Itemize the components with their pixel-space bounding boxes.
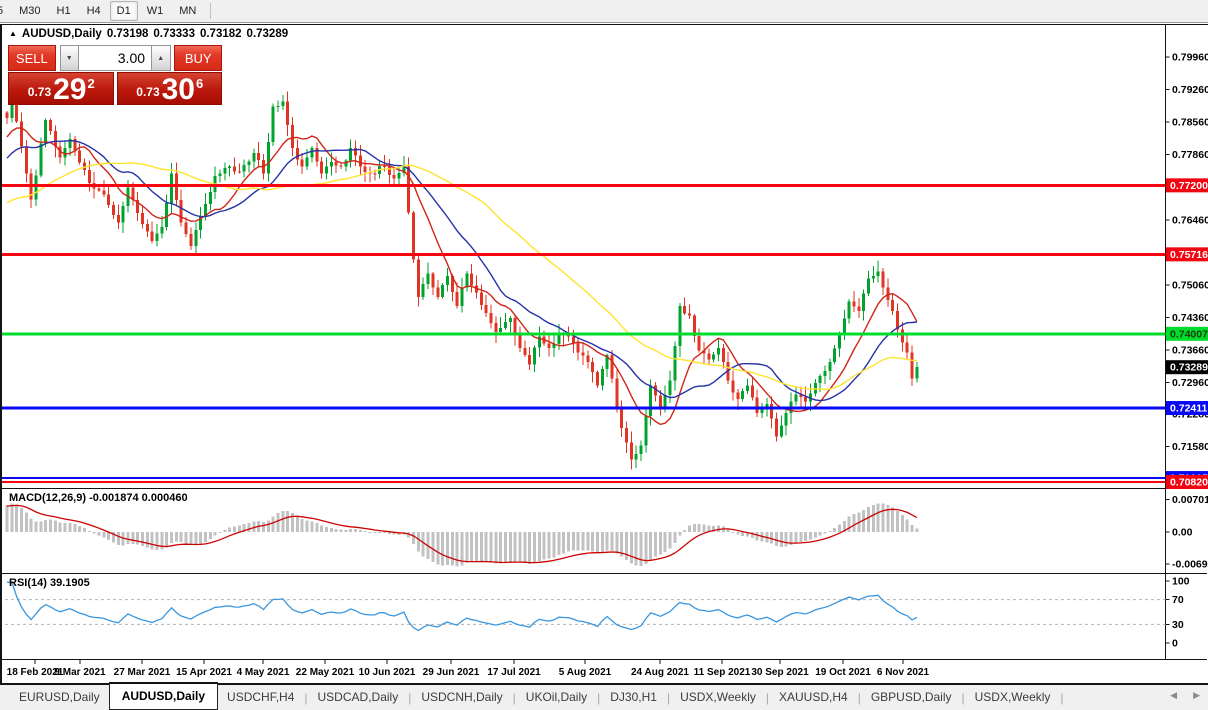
tab-ukoil-daily[interactable]: UKOil,Daily bbox=[517, 686, 596, 709]
tab-scroll-right-icon[interactable]: ▶ bbox=[1193, 690, 1200, 701]
rsi-indicator-label: RSI(14) 39.1905 bbox=[9, 577, 90, 589]
date-axis-label: 6 Nov 2021 bbox=[877, 667, 930, 678]
ohlc-high: 0.73333 bbox=[153, 28, 195, 40]
rsi-axis-label: 30 bbox=[1172, 619, 1184, 631]
level-price-label: 0.74007 bbox=[1170, 328, 1208, 340]
tab-usdcad-daily[interactable]: USDCAD,Daily bbox=[309, 686, 408, 709]
toolbar-item-m30[interactable]: M30 bbox=[12, 1, 47, 21]
date-axis-label: 17 Jul 2021 bbox=[487, 667, 541, 678]
price-axis-label: 0.76460 bbox=[1172, 214, 1208, 226]
rsi-axis-label: 100 bbox=[1172, 576, 1190, 588]
date-axis-label: 15 Apr 2021 bbox=[176, 667, 232, 678]
date-axis-label: 5 Aug 2021 bbox=[559, 667, 612, 678]
volume-input[interactable] bbox=[79, 45, 152, 71]
macd-indicator-label: MACD(12,26,9) -0.001874 0.000460 bbox=[9, 492, 188, 504]
rsi-axis-label: 70 bbox=[1172, 594, 1184, 606]
macd-axis-label: -0.006923 bbox=[1172, 558, 1208, 570]
chart-title-row: ▲ AUDUSD,Daily 0.73198 0.73333 0.73182 0… bbox=[9, 28, 288, 40]
sell-price-prefix: 0.73 bbox=[27, 85, 52, 99]
toolbar-separator bbox=[210, 3, 212, 19]
one-click-trading-widget: SELL ▼ ▲ BUY 0.73 29 2 0.73 30 6 bbox=[8, 45, 223, 106]
tab-eurusd-daily[interactable]: EURUSD,Daily bbox=[10, 686, 109, 709]
date-axis-label: 22 May 2021 bbox=[296, 667, 355, 678]
tab-audusd-daily[interactable]: AUDUSD,Daily bbox=[108, 681, 219, 710]
chart-window-bg bbox=[0, 23, 1208, 710]
timeframe-toolbar: 5 M30 H1 H4 D1 W1 MN bbox=[0, 0, 1208, 23]
price-axis-label: 0.78560 bbox=[1172, 117, 1208, 129]
toolbar-item-h1[interactable]: H1 bbox=[50, 1, 78, 21]
tab-scroll-buttons: ◀ ▶ bbox=[1170, 690, 1200, 701]
symbol-tab-bar: EURUSD,Daily AUDUSD,Daily USDCHF,H4 | USDCAD… bbox=[0, 681, 1208, 710]
spinner-up-icon: ▲ bbox=[157, 54, 165, 62]
volume-increase-button[interactable]: ▲ bbox=[151, 45, 171, 71]
tab-usdchf-h4[interactable]: USDCHF,H4 bbox=[218, 686, 303, 709]
tab-usdx-weekly[interactable]: USDX,Weekly bbox=[671, 686, 765, 709]
tab-usdx-weekly[interactable]: USDX,Weekly bbox=[966, 686, 1060, 709]
macd-axis-label: 0.00 bbox=[1172, 527, 1193, 539]
date-axis-label: 10 Jun 2021 bbox=[359, 667, 416, 678]
chart-canvas[interactable]: 0.79960 0.79260 0.78560 0.77860 0.76460 0.750… bbox=[0, 0, 1208, 710]
ohlc-open: 0.73198 bbox=[106, 28, 149, 40]
price-axis-label: 0.79260 bbox=[1172, 84, 1208, 96]
collapse-triangle-icon[interactable]: ▲ bbox=[9, 29, 17, 38]
buy-price-panel[interactable]: 0.73 30 6 bbox=[116, 72, 222, 106]
toolbar-item-partial[interactable]: 5 bbox=[0, 1, 10, 21]
date-axis-label: 30 Sep 2021 bbox=[751, 667, 809, 678]
volume-decrease-button[interactable]: ▼ bbox=[59, 45, 80, 71]
buy-price-big: 30 bbox=[161, 73, 195, 106]
date-axis-label: 19 Oct 2021 bbox=[815, 667, 871, 678]
tab-xauusd-h4[interactable]: XAUUSD,H4 bbox=[770, 686, 857, 709]
buy-price-prefix: 0.73 bbox=[136, 85, 160, 99]
tab-dj30-h1[interactable]: DJ30,H1 bbox=[601, 686, 666, 709]
date-axis-label: 4 May 2021 bbox=[237, 667, 290, 678]
date-axis-label: 29 Jun 2021 bbox=[423, 667, 480, 678]
date-axis-label: 9 Mar 2021 bbox=[54, 667, 106, 678]
sell-price-panel[interactable]: 0.73 29 2 bbox=[8, 72, 114, 105]
price-axis-label: 0.71580 bbox=[1172, 441, 1208, 453]
ohlc-close: 0.73289 bbox=[246, 28, 289, 40]
level-price-label: 0.77200 bbox=[1170, 180, 1208, 192]
sell-price-big: 29 bbox=[53, 73, 87, 106]
toolbar-item-w1[interactable]: W1 bbox=[140, 1, 171, 21]
date-axis-label: 27 Mar 2021 bbox=[114, 667, 171, 678]
price-axis-label: 0.74360 bbox=[1172, 312, 1208, 324]
level-price-label: 0.72411 bbox=[1170, 403, 1208, 415]
toolbar-item-mn[interactable]: MN bbox=[172, 1, 203, 21]
ohlc-low: 0.73182 bbox=[199, 28, 242, 40]
tab-separator: | bbox=[1060, 690, 1064, 705]
spinner-down-icon: ▼ bbox=[65, 54, 73, 62]
tab-gbpusd-daily[interactable]: GBPUSD,Daily bbox=[862, 686, 961, 709]
chart-symbol-period: AUDUSD,Daily bbox=[21, 28, 102, 40]
toolbar-item-h4[interactable]: H4 bbox=[80, 1, 108, 21]
sell-button[interactable]: SELL bbox=[8, 45, 56, 71]
current-price-label: 0.73289 bbox=[1170, 362, 1208, 374]
price-axis-label: 0.72960 bbox=[1172, 377, 1208, 389]
buy-price-sup: 6 bbox=[196, 76, 204, 91]
trading-terminal: { "toolbar": { "clipped_item": "5", "ite… bbox=[0, 0, 1208, 710]
price-axis-label: 0.73660 bbox=[1172, 344, 1208, 356]
price-axis-label: 0.79960 bbox=[1172, 52, 1208, 64]
date-axis-label: 11 Sep 2021 bbox=[694, 667, 751, 678]
toolbar-item-d1[interactable]: D1 bbox=[109, 1, 138, 21]
level-price-label: 0.75716 bbox=[1170, 249, 1208, 261]
rsi-axis-label: 0 bbox=[1172, 638, 1178, 650]
level-price-label: 0.70820 bbox=[1170, 477, 1208, 489]
sell-price-sup: 2 bbox=[87, 76, 95, 91]
price-axis-label: 0.77860 bbox=[1172, 149, 1208, 161]
tab-usdcnh-daily[interactable]: USDCNH,Daily bbox=[412, 686, 511, 709]
tab-scroll-left-icon[interactable]: ◀ bbox=[1170, 690, 1177, 701]
price-axis-label: 0.75060 bbox=[1172, 279, 1208, 291]
buy-button[interactable]: BUY bbox=[174, 45, 223, 71]
macd-axis-label: 0.007015 bbox=[1172, 494, 1208, 506]
date-axis-label: 24 Aug 2021 bbox=[631, 667, 689, 678]
